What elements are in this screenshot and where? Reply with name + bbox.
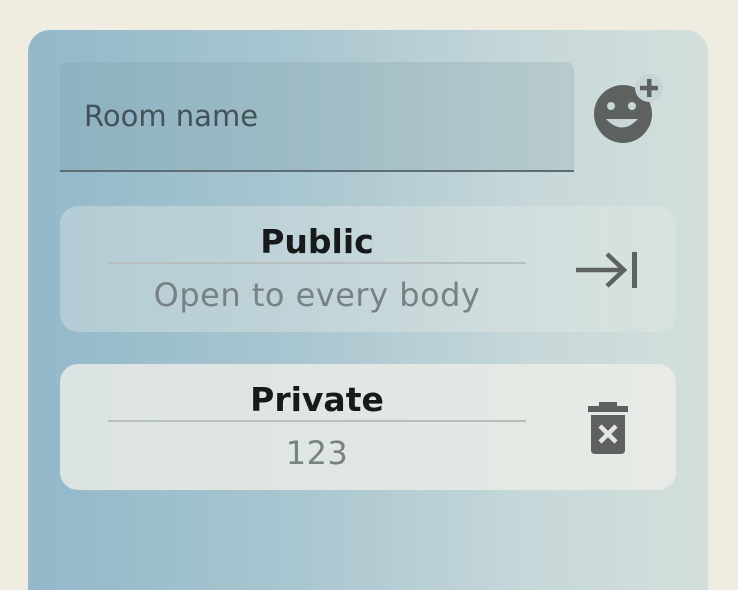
room-name-input[interactable]: [84, 96, 544, 136]
add-reaction-icon: [594, 74, 663, 143]
room-title: Private: [108, 378, 526, 422]
room-item-private[interactable]: Private 123: [60, 364, 676, 490]
room-subtitle: 123: [285, 434, 349, 472]
delete-icon: [588, 402, 628, 454]
room-subtitle: Open to every body: [153, 276, 481, 314]
room-item-public[interactable]: Public Open to every body: [60, 206, 676, 332]
add-emoji-button[interactable]: [591, 74, 665, 148]
room-name-field[interactable]: [60, 62, 574, 172]
delete-room-button[interactable]: [586, 400, 630, 456]
join-room-button[interactable]: [574, 246, 640, 294]
room-card: Public Open to every body Private 123: [28, 30, 708, 590]
room-title: Public: [108, 220, 526, 264]
arrow-right-to-line-icon: [576, 252, 637, 288]
